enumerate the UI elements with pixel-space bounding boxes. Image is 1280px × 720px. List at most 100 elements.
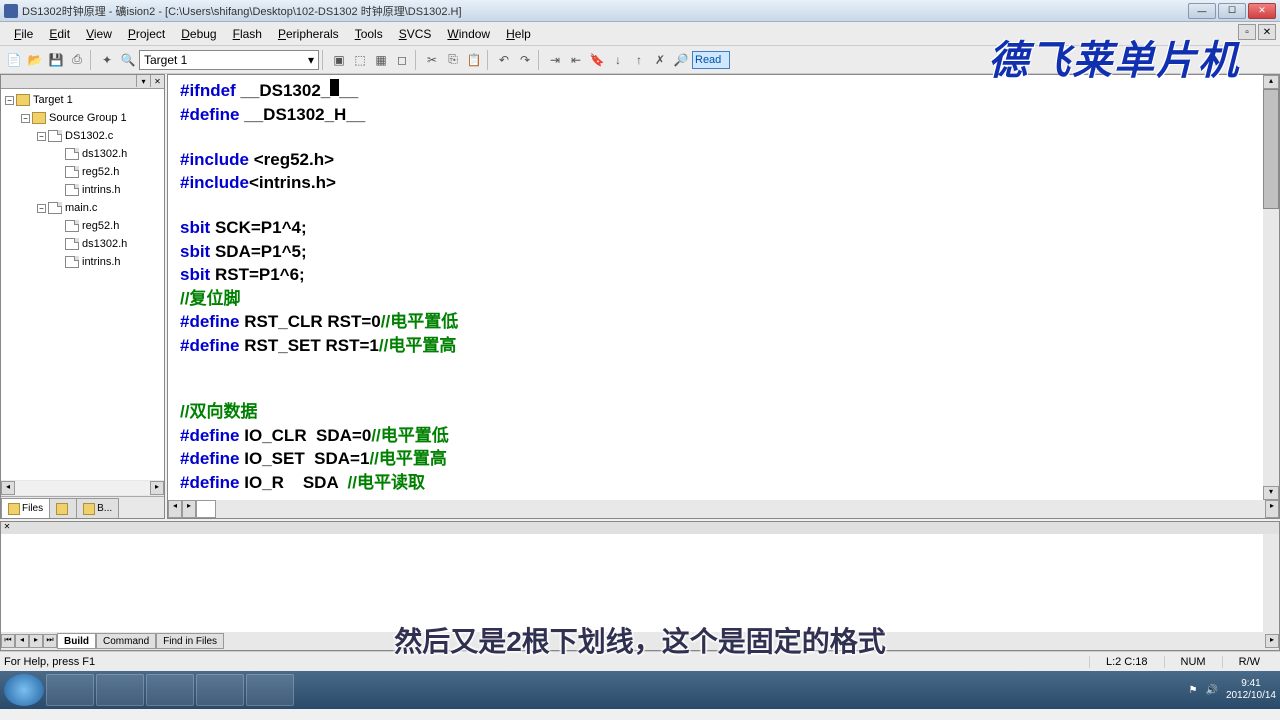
save-all-icon[interactable]: ⎙ [67, 50, 87, 70]
tree-file[interactable]: DS1302.c [65, 130, 113, 142]
scroll-left-icon[interactable]: ◂ [1, 481, 15, 495]
redo-icon[interactable]: ↷ [515, 50, 535, 70]
output-tab-build[interactable]: Build [57, 633, 96, 649]
bookmark-prev-icon[interactable]: ↑ [629, 50, 649, 70]
tree-header[interactable]: intrins.h [82, 184, 121, 196]
tree-target[interactable]: Target 1 [33, 94, 73, 106]
close-button[interactable]: ✕ [1248, 3, 1276, 19]
maximize-button[interactable]: ☐ [1218, 3, 1246, 19]
outdent-icon[interactable]: ⇤ [566, 50, 586, 70]
new-file-icon[interactable]: 📄 [4, 50, 24, 70]
bookmark-next-icon[interactable]: ↓ [608, 50, 628, 70]
tree-header[interactable]: reg52.h [82, 166, 119, 178]
menu-project[interactable]: Project [120, 25, 173, 43]
pane-close-icon[interactable]: ✕ [150, 75, 164, 87]
open-icon[interactable]: 📂 [25, 50, 45, 70]
undo-icon[interactable]: ↶ [494, 50, 514, 70]
pane-tab-books[interactable]: B... [76, 498, 119, 518]
rebuild-icon[interactable]: ⬚ [350, 50, 370, 70]
tree-header[interactable]: ds1302.h [82, 238, 127, 250]
tree-file[interactable]: main.c [65, 202, 97, 214]
taskbar-item[interactable] [246, 674, 294, 706]
pane-hscrollbar[interactable]: ◂▸ [1, 480, 164, 496]
output-pane: ✕ ⏮ ◂ ▸ ⏭ Build Command Find in Files ▸ [0, 521, 1280, 651]
tree-collapse-icon[interactable]: − [37, 132, 46, 141]
tree-header[interactable]: intrins.h [82, 256, 121, 268]
tree-header[interactable]: reg52.h [82, 220, 119, 232]
output-tab-command[interactable]: Command [96, 633, 156, 649]
build-all-icon[interactable]: ▦ [371, 50, 391, 70]
tree-collapse-icon[interactable]: − [5, 96, 14, 105]
scroll-down-icon[interactable]: ▾ [1263, 486, 1279, 500]
pane-tab-regs[interactable] [49, 498, 77, 518]
menu-peripherals[interactable]: Peripherals [270, 25, 347, 43]
tree-collapse-icon[interactable]: − [21, 114, 30, 123]
bookmark-icon[interactable]: 🔖 [587, 50, 607, 70]
code-editor-pane: #ifndef __DS1302___ #define __DS1302_H__… [167, 74, 1280, 519]
tray-flag-icon[interactable]: ⚑ [1189, 685, 1198, 696]
menu-tools[interactable]: Tools [347, 25, 391, 43]
menu-view[interactable]: View [78, 25, 120, 43]
output-vscrollbar[interactable] [1263, 534, 1279, 632]
code-editor[interactable]: #ifndef __DS1302___ #define __DS1302_H__… [168, 75, 1263, 500]
menu-edit[interactable]: Edit [41, 25, 78, 43]
editor-vscrollbar[interactable]: ▴ ▾ [1263, 75, 1279, 500]
tree-group[interactable]: Source Group 1 [49, 112, 127, 124]
binoculars-icon[interactable]: 🔍 [118, 50, 138, 70]
output-close-icon[interactable]: ✕ [1, 522, 13, 534]
tree-header[interactable]: ds1302.h [82, 148, 127, 160]
pane-dropdown-icon[interactable]: ▾ [136, 75, 150, 87]
indent-icon[interactable]: ⇥ [545, 50, 565, 70]
tab-last-icon[interactable]: ⏭ [43, 634, 57, 648]
project-tree[interactable]: −Target 1 −Source Group 1 −DS1302.c ds13… [1, 89, 164, 480]
cut-icon[interactable]: ✂ [422, 50, 442, 70]
menu-file[interactable]: File [6, 25, 41, 43]
pane-tab-files[interactable]: Files [1, 498, 50, 518]
output-tab-findinfiles[interactable]: Find in Files [156, 633, 224, 649]
taskbar-item[interactable] [196, 674, 244, 706]
tab-first-icon[interactable]: ⏮ [1, 634, 15, 648]
start-button[interactable] [4, 674, 44, 706]
tray-volume-icon[interactable]: 🔊 [1205, 685, 1217, 696]
mdi-restore-button[interactable]: ▫ [1238, 24, 1256, 40]
watermark-text: 德飞莱单片机 [988, 28, 1240, 86]
scroll-right-end-icon[interactable]: ▸ [1265, 500, 1279, 518]
build-target-icon[interactable]: ▣ [329, 50, 349, 70]
editor-hscrollbar[interactable]: ◂ ▸ ▸ [168, 500, 1279, 518]
scroll-right-icon[interactable]: ▸ [182, 500, 196, 518]
target-select[interactable]: Target 1▾ [139, 50, 319, 70]
scroll-right-icon[interactable]: ▸ [1265, 634, 1279, 648]
target-icon [16, 94, 30, 106]
scroll-left-icon[interactable]: ◂ [168, 500, 182, 518]
menu-help[interactable]: Help [498, 25, 539, 43]
tray-clock[interactable]: 9:412012/10/14 [1226, 678, 1276, 702]
stop-build-icon[interactable]: ◻ [392, 50, 412, 70]
save-icon[interactable]: 💾 [46, 50, 66, 70]
copy-icon[interactable]: ⎘ [443, 50, 463, 70]
minimize-button[interactable]: — [1188, 3, 1216, 19]
taskbar-item[interactable] [46, 674, 94, 706]
pane-tab-label: Files [22, 503, 43, 514]
tab-prev-icon[interactable]: ◂ [15, 634, 29, 648]
bookmark-clear-icon[interactable]: ✗ [650, 50, 670, 70]
system-tray[interactable]: ⚑ 🔊 9:412012/10/14 [1189, 678, 1276, 702]
output-text[interactable] [1, 534, 1263, 632]
menu-window[interactable]: Window [439, 25, 498, 43]
tab-next-icon[interactable]: ▸ [29, 634, 43, 648]
tree-collapse-icon[interactable]: − [37, 204, 46, 213]
menu-svcs[interactable]: SVCS [391, 25, 440, 43]
taskbar-item[interactable] [146, 674, 194, 706]
target-options-icon[interactable]: ✦ [97, 50, 117, 70]
paste-icon[interactable]: 📋 [464, 50, 484, 70]
scroll-thumb[interactable] [1263, 89, 1279, 209]
find-input[interactable]: Read [692, 51, 730, 69]
editor-tab[interactable] [196, 500, 216, 518]
taskbar-item[interactable] [96, 674, 144, 706]
scroll-right-icon[interactable]: ▸ [150, 481, 164, 495]
scroll-up-icon[interactable]: ▴ [1263, 75, 1279, 89]
mdi-close-button[interactable]: ✕ [1258, 24, 1276, 40]
c-file-icon [48, 130, 62, 142]
find-icon[interactable]: 🔎 [671, 50, 691, 70]
menu-flash[interactable]: Flash [225, 25, 270, 43]
menu-debug[interactable]: Debug [173, 25, 224, 43]
